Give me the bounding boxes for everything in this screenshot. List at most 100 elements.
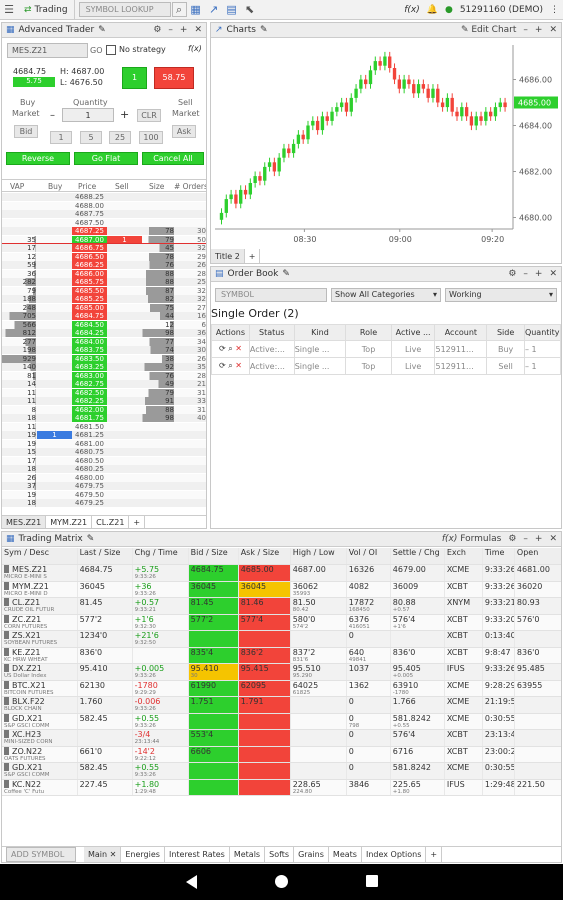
row-handle-icon[interactable] xyxy=(4,680,9,689)
matrix-col-header[interactable]: Bid / Size xyxy=(188,548,239,565)
symbol-tab-2[interactable]: MYM.Z21 xyxy=(46,516,93,528)
ladder-row[interactable]: 812 4684.25 98 36 xyxy=(2,329,206,338)
minimize-icon[interactable]: – xyxy=(523,25,528,35)
ladder-buy-cell[interactable] xyxy=(37,261,72,269)
close-icon[interactable]: ✕ xyxy=(549,25,557,35)
ladder-sell-cell[interactable] xyxy=(107,406,142,414)
category-select[interactable]: Show All Categories ▾ xyxy=(331,288,441,302)
ladder-sell-cell[interactable] xyxy=(107,338,142,346)
row-handle-icon[interactable] xyxy=(4,581,9,590)
ladder-sell-cell[interactable] xyxy=(107,295,142,303)
ladder-sell-cell[interactable] xyxy=(107,448,142,456)
ladder-sell-cell[interactable] xyxy=(107,219,142,227)
order-qty-stepper[interactable]: – 1 xyxy=(523,340,561,358)
ladder-row[interactable]: 81 4683.00 76 28 xyxy=(2,371,206,380)
order-row[interactable]: ⟳ ⌕ ✕ Active:... Single ... Top Live 512… xyxy=(211,340,561,358)
formula-icon[interactable]: f(x) xyxy=(188,44,202,53)
ladder-sell-cell[interactable] xyxy=(107,397,142,405)
ladder-row[interactable]: 19 4679.50 xyxy=(2,490,206,499)
order-book-icon[interactable]: ▤ xyxy=(223,1,241,19)
order-qty[interactable]: 1 xyxy=(531,345,536,354)
chart-icon[interactable]: ↗ xyxy=(205,1,223,19)
ladder-buy-cell[interactable] xyxy=(37,448,72,456)
close-icon[interactable]: ✕ xyxy=(194,25,202,35)
ladder-sell-cell[interactable] xyxy=(107,499,142,507)
tab-grains[interactable]: Grains xyxy=(294,847,329,862)
settings-icon[interactable]: ⚙ xyxy=(153,25,161,35)
ladder-row[interactable]: 36 4686.00 88 28 xyxy=(2,269,206,278)
strategy-checkbox[interactable] xyxy=(106,45,116,55)
go-button[interactable]: GO xyxy=(90,46,103,55)
matrix-col-header[interactable]: Last / Size xyxy=(77,548,133,565)
ladder-sell-cell[interactable] xyxy=(107,270,142,278)
qty-preset-1[interactable]: 1 xyxy=(50,131,72,144)
ladder-row[interactable]: 11 4681.50 xyxy=(2,422,206,431)
recents-icon[interactable] xyxy=(366,875,378,887)
ladder-buy-cell[interactable] xyxy=(37,312,72,320)
quote-board-icon[interactable]: ▦ xyxy=(187,1,205,19)
ladder-row[interactable]: 18 4681.75 98 40 xyxy=(2,414,206,423)
price-ladder[interactable]: 4688.25 4688.00 4687.75 4687.50 4687.25 78 30 3… xyxy=(2,193,206,511)
order-row[interactable]: ⟳ ⌕ ✕ Active:... Single ... Top Live 512… xyxy=(211,357,561,375)
account-label[interactable]: 51291160 (DEMO) xyxy=(460,5,543,15)
bell-icon[interactable]: 🔔 xyxy=(427,5,438,15)
increase-qty-button[interactable]: + xyxy=(120,108,129,121)
status-select[interactable]: Working ▾ xyxy=(445,288,557,302)
matrix-row[interactable]: ZO.N22 OATS FUTURES 661'0 -14'2 9:22:12 6606 0… xyxy=(2,746,561,763)
ladder-sell-cell[interactable] xyxy=(107,193,142,201)
ladder-buy-cell[interactable] xyxy=(37,491,72,499)
matrix-row[interactable]: MES.Z21 MICRO E-MINI S 4684.75 +5.75 9:33:26… xyxy=(2,564,561,582)
chart-tab[interactable]: Title 2 xyxy=(211,249,245,263)
ladder-buy-cell[interactable] xyxy=(37,193,72,201)
row-handle-icon[interactable] xyxy=(4,763,9,771)
ladder-buy-cell[interactable] xyxy=(37,346,72,354)
order-qty-stepper[interactable]: – 1 xyxy=(523,357,561,375)
ladder-sell-cell[interactable] xyxy=(107,304,142,312)
ladder-row[interactable]: 8 4682.00 88 31 xyxy=(2,405,206,414)
ladder-sell-cell[interactable] xyxy=(107,465,142,473)
matrix-col-header[interactable]: High / Low xyxy=(290,548,347,565)
ladder-row[interactable]: 79 4685.50 87 32 xyxy=(2,286,206,295)
row-handle-icon[interactable] xyxy=(4,598,9,606)
ladder-buy-cell[interactable] xyxy=(37,440,72,448)
ladder-row[interactable]: 188 4685.25 82 32 xyxy=(2,295,206,304)
ladder-sell-cell[interactable] xyxy=(107,261,142,269)
row-handle-icon[interactable] xyxy=(4,730,9,738)
matrix-col-header[interactable]: Time xyxy=(482,548,515,565)
market-buy-button[interactable]: Market xyxy=(12,109,40,118)
qty-preset-5[interactable]: 5 xyxy=(80,131,102,144)
ladder-buy-cell[interactable] xyxy=(37,210,72,218)
home-icon[interactable] xyxy=(275,875,288,888)
matrix-row[interactable]: GD.X21 S&P GSCI COMM 582.45 +0.55 9:33:26 0 79… xyxy=(2,713,561,730)
ladder-buy-cell[interactable] xyxy=(37,414,72,422)
ladder-row[interactable]: 198 4683.75 74 30 xyxy=(2,346,206,355)
go-flat-button[interactable]: Go Flat xyxy=(74,152,138,165)
candlestick-chart[interactable]: 4686.00 4684.00 4682.00 4680.00 08:30 09:00 09… xyxy=(211,39,561,249)
market-sell-button[interactable]: Market xyxy=(172,109,200,118)
ladder-sell-cell[interactable] xyxy=(107,380,142,388)
reverse-button[interactable]: Reverse xyxy=(6,152,70,165)
ladder-sell-cell[interactable] xyxy=(107,363,142,371)
ladder-buy-cell[interactable] xyxy=(37,270,72,278)
symbol-tab-1[interactable]: MES.Z21 xyxy=(2,516,47,528)
ladder-row[interactable]: 705 4684.75 44 16 xyxy=(2,312,206,321)
settings-icon[interactable]: ⚙ xyxy=(508,269,516,279)
cancel-all-button[interactable]: Cancel All xyxy=(142,152,204,165)
ladder-buy-cell[interactable] xyxy=(37,474,72,482)
row-handle-icon[interactable] xyxy=(4,565,9,573)
matrix-row[interactable]: ZS.X21 SOYBEAN FUTURES 1234'0 +21'6 9:32:50 0… xyxy=(2,630,561,648)
matrix-col-header[interactable]: Settle / Chg xyxy=(390,548,445,565)
edit-icon[interactable]: ✎ xyxy=(98,25,106,35)
add-tab-icon[interactable]: + xyxy=(129,516,146,528)
ask-button[interactable]: Ask xyxy=(172,125,196,138)
ladder-row[interactable]: 11 4682.25 91 33 xyxy=(2,397,206,406)
ladder-row[interactable]: 14 4682.75 49 21 xyxy=(2,380,206,389)
ladder-row[interactable]: 18 4679.25 xyxy=(2,499,206,508)
ladder-sell-cell[interactable] xyxy=(107,321,142,329)
ladder-buy-cell[interactable] xyxy=(37,380,72,388)
add-symbol-input[interactable]: ADD SYMBOL xyxy=(6,847,76,862)
sell-price-button[interactable]: 58.75 xyxy=(154,67,194,89)
matrix-col-header[interactable]: Chg / Time xyxy=(132,548,189,565)
ladder-sell-cell[interactable] xyxy=(107,431,142,439)
matrix-col-header[interactable]: Exch xyxy=(444,548,483,565)
